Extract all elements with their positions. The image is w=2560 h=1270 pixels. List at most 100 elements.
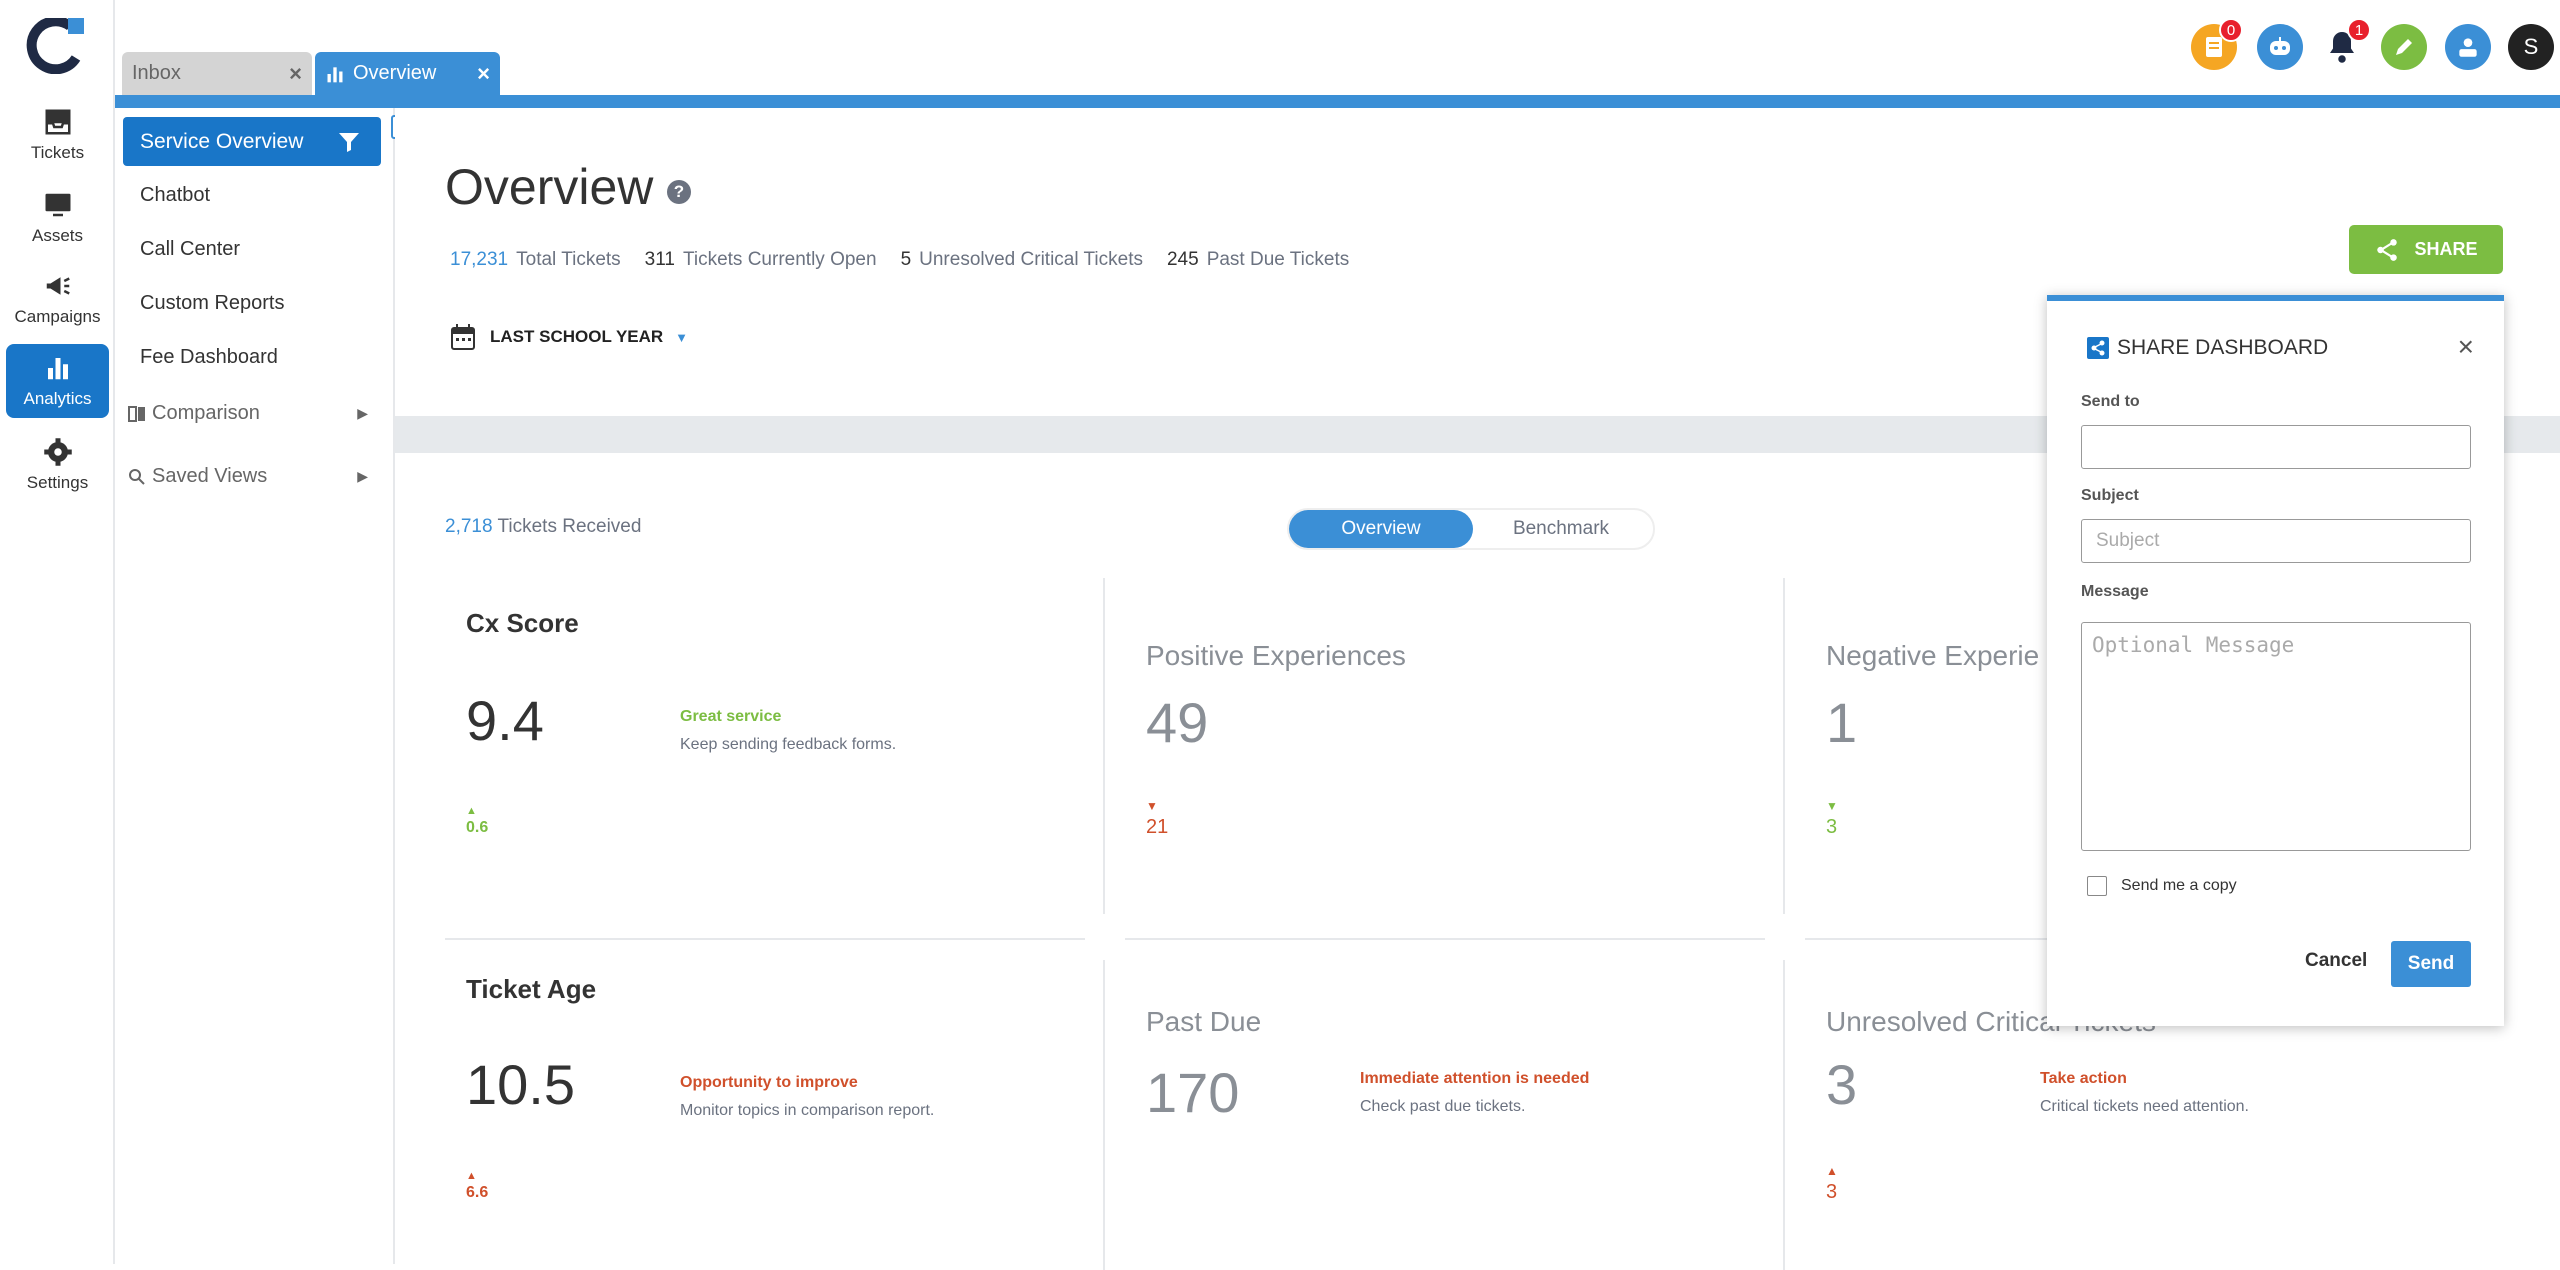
card-note-title: Immediate attention is needed	[1360, 1070, 1590, 1087]
stats-row: 17,231 Total Tickets 311 Tickets Currently…	[450, 249, 1349, 271]
card-note-text: Check past due tickets.	[1360, 1098, 1526, 1115]
rail-label-settings: Settings	[26, 473, 89, 492]
send-copy-label: Send me a copy	[2121, 877, 2237, 894]
close-icon[interactable]: ×	[477, 61, 490, 87]
app-logo-icon[interactable]	[26, 18, 88, 74]
close-icon[interactable]: ×	[289, 61, 302, 87]
help-icon[interactable]: ?	[667, 180, 691, 204]
rail-label-campaigns: Campaigns	[14, 307, 101, 326]
card-divider	[1103, 578, 1105, 914]
notes-badge: 0	[2219, 18, 2243, 42]
tab-inbox-label: Inbox	[132, 62, 181, 84]
rail-item-tickets[interactable]: Tickets	[6, 98, 109, 172]
sidebar-item-service-overview[interactable]: Service Overview	[123, 117, 381, 166]
agent-status-button[interactable]	[2445, 24, 2491, 70]
stat-total-tickets[interactable]: 17,231 Total Tickets	[450, 249, 621, 271]
monitor-icon	[45, 193, 70, 217]
date-range-dropdown[interactable]: LAST SCHOOL YEAR ▼	[450, 323, 688, 351]
subject-label: Subject	[2081, 487, 2139, 504]
card-divider	[1103, 960, 1105, 1270]
notes-button[interactable]: 0	[2191, 18, 2243, 70]
stat-critical-tickets[interactable]: 5 Unresolved Critical Tickets	[901, 249, 1143, 271]
share-icon	[2087, 337, 2109, 359]
sidebar-item-label: Comparison	[152, 402, 260, 424]
caret-right-icon: ▶	[357, 468, 368, 484]
compose-button[interactable]	[2381, 24, 2427, 70]
rail-item-settings[interactable]: Settings	[6, 428, 109, 502]
card-note-title: Take action	[2040, 1070, 2127, 1087]
filter-icon[interactable]	[337, 130, 361, 154]
share-button-label: SHARE	[2414, 239, 2478, 259]
card-delta: ▲ 6.6	[466, 1170, 489, 1201]
sidebar-item-comparison[interactable]: Comparison ▶	[128, 402, 368, 425]
dialog-title-text: SHARE DASHBOARD	[2117, 336, 2329, 359]
chatbot-button[interactable]	[2257, 24, 2303, 70]
card-value: 1	[1826, 691, 1858, 754]
cancel-button[interactable]: Cancel	[2305, 950, 2367, 972]
arrow-up-icon: ▲	[466, 1170, 477, 1182]
page-title: Overview	[445, 159, 654, 215]
card-value: 49	[1146, 691, 1209, 754]
bar-chart-icon	[47, 358, 68, 380]
send-copy-checkbox-row[interactable]: Send me a copy	[2087, 876, 2237, 896]
dialog-title: SHARE DASHBOARD	[2087, 336, 2328, 360]
sidebar-item-call-center[interactable]: Call Center	[140, 238, 240, 261]
share-button[interactable]: SHARE	[2349, 225, 2503, 274]
card-title: Past Due	[1146, 1006, 1262, 1037]
avatar-initial: S	[2523, 34, 2539, 59]
arrow-up-icon: ▲	[1826, 1164, 1838, 1178]
card-note-text: Monitor topics in comparison report.	[680, 1102, 935, 1119]
card-title: Ticket Age	[466, 974, 597, 1004]
bar-chart-icon	[327, 66, 343, 82]
user-avatar[interactable]: S	[2508, 24, 2554, 70]
row-divider	[1125, 938, 1765, 940]
share-icon	[2377, 238, 2398, 261]
card-divider	[1783, 960, 1785, 1270]
share-dashboard-dialog: SHARE DASHBOARD × Send to Subject Messag…	[2047, 295, 2504, 1026]
tickets-received: 2,718 Tickets Received	[445, 516, 642, 537]
sidebar-item-fee-dashboard[interactable]: Fee Dashboard	[140, 346, 278, 369]
send-copy-checkbox[interactable]	[2087, 876, 2107, 896]
tab-overview[interactable]: Overview ×	[315, 52, 500, 95]
card-divider	[1783, 578, 1785, 914]
row-divider	[445, 938, 1085, 940]
card-value: 10.5	[466, 1053, 575, 1116]
card-delta: ▲ 0.6	[466, 805, 489, 836]
rail-label-tickets: Tickets	[30, 143, 85, 162]
stat-open-tickets[interactable]: 311 Tickets Currently Open	[645, 249, 877, 271]
card-delta: ▼ 21	[1146, 799, 1169, 838]
send-to-input[interactable]	[2081, 425, 2471, 469]
sidebar-item-saved-views[interactable]: Saved Views ▶	[128, 465, 368, 488]
message-textarea[interactable]	[2081, 622, 2471, 851]
megaphone-icon	[46, 277, 70, 295]
left-rail: Tickets Assets Campaigns Analytics Setti…	[0, 0, 115, 1264]
gear-icon	[43, 438, 72, 466]
stat-past-due-tickets[interactable]: 245 Past Due Tickets	[1167, 249, 1349, 271]
inbox-tray-icon	[45, 109, 70, 135]
arrow-up-icon: ▲	[466, 805, 477, 817]
card-value: 3	[1826, 1053, 1858, 1116]
card-note-title: Opportunity to improve	[680, 1074, 858, 1091]
rail-item-campaigns[interactable]: Campaigns	[6, 262, 109, 336]
tab-underline	[115, 95, 2560, 108]
subject-input[interactable]	[2081, 519, 2471, 563]
close-icon[interactable]: ×	[2458, 331, 2474, 363]
sidebar-item-chatbot[interactable]: Chatbot	[140, 184, 210, 207]
send-button[interactable]: Send	[2391, 941, 2471, 987]
caret-right-icon: ▶	[357, 405, 368, 421]
tab-inbox[interactable]: Inbox ×	[122, 52, 312, 95]
rail-item-analytics[interactable]: Analytics	[6, 344, 109, 418]
sidebar-item-custom-reports[interactable]: Custom Reports	[140, 292, 285, 315]
card-title: Cx Score	[466, 608, 579, 638]
rail-label-assets: Assets	[31, 226, 84, 245]
send-to-label: Send to	[2081, 393, 2140, 410]
rail-item-assets[interactable]: Assets	[6, 181, 109, 255]
card-title: Positive Experiences	[1146, 640, 1406, 671]
notifications-button[interactable]: 1	[2319, 18, 2371, 70]
date-range-label: LAST SCHOOL YEAR	[490, 327, 664, 346]
sidebar-item-label: Saved Views	[152, 465, 268, 487]
toggle-benchmark[interactable]: Benchmark	[1469, 510, 1653, 548]
calendar-icon	[451, 324, 475, 350]
notifications-badge: 1	[2347, 18, 2371, 42]
toggle-overview[interactable]: Overview	[1289, 510, 1473, 548]
